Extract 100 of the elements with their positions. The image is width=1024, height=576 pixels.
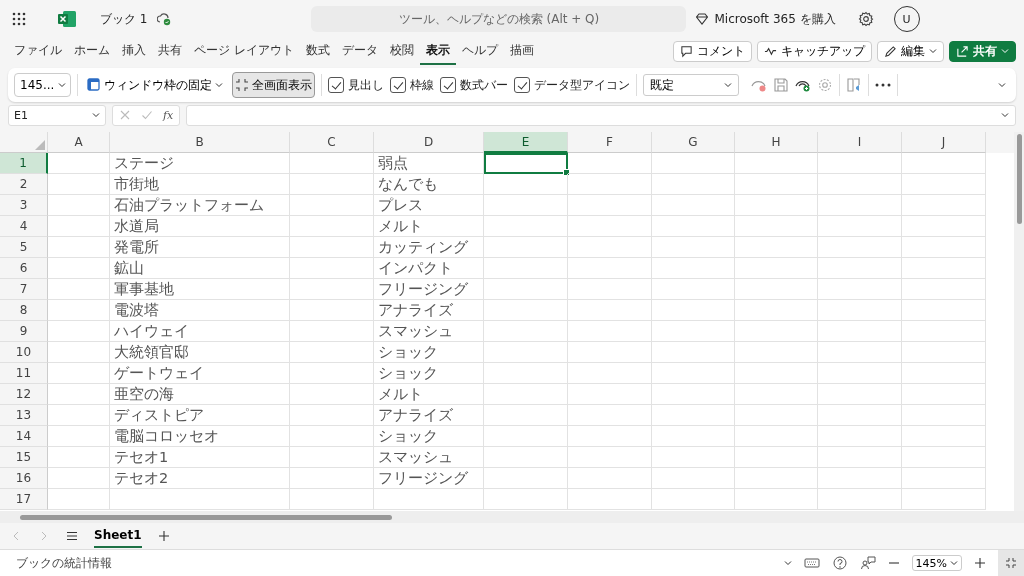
table-cell[interactable] [902, 279, 986, 300]
table-cell[interactable] [568, 342, 652, 363]
checkbox[interactable] [390, 77, 407, 93]
table-cell[interactable] [484, 321, 568, 342]
table-cell[interactable] [48, 489, 110, 510]
full-screen-button[interactable]: 全画面表示 [232, 72, 316, 98]
checkbox-label[interactable]: 数式バー [460, 76, 509, 94]
table-cell[interactable] [48, 216, 110, 237]
table-cell[interactable] [290, 342, 374, 363]
table-cell[interactable] [48, 153, 110, 174]
table-cell[interactable] [652, 363, 735, 384]
table-cell[interactable] [818, 321, 902, 342]
checkbox-label[interactable]: 枠線 [410, 76, 435, 94]
table-cell[interactable] [652, 342, 735, 363]
table-cell[interactable] [484, 384, 568, 405]
table-cell[interactable] [290, 447, 374, 468]
table-cell[interactable] [735, 342, 818, 363]
table-cell[interactable] [902, 384, 986, 405]
table-cell[interactable] [652, 258, 735, 279]
table-cell[interactable] [484, 363, 568, 384]
table-cell[interactable] [484, 195, 568, 216]
column-header[interactable]: G [652, 132, 735, 153]
table-cell[interactable] [48, 426, 110, 447]
table-cell[interactable]: 石油プラットフォーム [110, 195, 290, 216]
comment-button[interactable]: コメント [673, 40, 752, 62]
ribbon-tab[interactable]: 数式 [299, 37, 336, 65]
row-header[interactable]: 12 [0, 384, 48, 405]
table-cell[interactable]: テセオ2 [110, 468, 290, 489]
table-cell[interactable] [902, 153, 986, 174]
table-cell[interactable] [818, 384, 902, 405]
table-cell[interactable] [484, 258, 568, 279]
more-options-icon[interactable] [875, 83, 892, 87]
ribbon-tab[interactable]: データ [335, 37, 384, 65]
table-cell[interactable] [290, 258, 374, 279]
column-header[interactable]: H [735, 132, 818, 153]
buy-link[interactable]: Microsoft 365 を購入 [714, 10, 836, 28]
table-cell[interactable] [290, 321, 374, 342]
row-header[interactable]: 15 [0, 447, 48, 468]
table-cell[interactable] [902, 489, 986, 510]
table-cell[interactable]: ハイウェイ [110, 321, 290, 342]
table-cell[interactable] [568, 405, 652, 426]
column-header[interactable]: C [290, 132, 374, 153]
save-icon[interactable] [773, 77, 790, 93]
table-cell[interactable] [652, 279, 735, 300]
ribbon-tab[interactable]: 校閲 [383, 37, 420, 65]
table-cell[interactable] [48, 321, 110, 342]
table-cell[interactable] [818, 279, 902, 300]
checkbox[interactable] [328, 77, 345, 93]
app-launcher-icon[interactable] [12, 12, 26, 26]
table-cell[interactable] [290, 195, 374, 216]
table-cell[interactable] [818, 363, 902, 384]
table-cell[interactable] [290, 237, 374, 258]
table-cell[interactable] [818, 300, 902, 321]
table-cell[interactable] [735, 174, 818, 195]
table-cell[interactable] [902, 321, 986, 342]
table-cell[interactable] [290, 174, 374, 195]
checkbox[interactable] [514, 77, 531, 93]
table-cell[interactable] [652, 426, 735, 447]
table-cell[interactable]: 大統領官邸 [110, 342, 290, 363]
row-header[interactable]: 6 [0, 258, 48, 279]
table-cell[interactable]: 電脳コロッセオ [110, 426, 290, 447]
column-header[interactable]: E [484, 132, 568, 153]
table-cell[interactable] [290, 363, 374, 384]
row-header[interactable]: 1 [0, 153, 48, 174]
table-cell[interactable] [568, 321, 652, 342]
table-cell[interactable]: メルト [374, 384, 484, 405]
edit-mode-button[interactable]: 編集 [877, 40, 944, 62]
table-cell[interactable] [818, 447, 902, 468]
table-cell[interactable] [484, 300, 568, 321]
table-cell[interactable] [568, 447, 652, 468]
ribbon-tab[interactable]: ファイル [8, 37, 68, 65]
row-header[interactable]: 5 [0, 237, 48, 258]
table-cell[interactable] [735, 321, 818, 342]
table-cell[interactable] [902, 426, 986, 447]
table-cell[interactable]: ゲートウェイ [110, 363, 290, 384]
table-cell[interactable]: 鉱山 [110, 258, 290, 279]
workbook-statistics-link[interactable]: ブックの統計情報 [16, 554, 112, 572]
table-cell[interactable]: ショック [374, 342, 484, 363]
table-cell[interactable] [568, 468, 652, 489]
table-cell[interactable]: 市街地 [110, 174, 290, 195]
table-cell[interactable] [735, 468, 818, 489]
table-cell[interactable] [48, 342, 110, 363]
table-cell[interactable] [484, 468, 568, 489]
table-cell[interactable]: フリージング [374, 279, 484, 300]
table-cell[interactable] [568, 216, 652, 237]
table-cell[interactable] [652, 468, 735, 489]
table-cell[interactable]: プレス [374, 195, 484, 216]
share-button[interactable]: 共有 [949, 40, 1016, 62]
row-header[interactable]: 4 [0, 216, 48, 237]
table-cell[interactable] [48, 279, 110, 300]
table-cell[interactable] [735, 279, 818, 300]
checkbox-label[interactable]: データ型アイコン [534, 76, 631, 94]
table-cell[interactable] [652, 195, 735, 216]
active-cell[interactable] [484, 153, 568, 174]
table-cell[interactable] [290, 153, 374, 174]
table-cell[interactable] [290, 405, 374, 426]
table-cell[interactable] [818, 237, 902, 258]
row-header[interactable]: 16 [0, 468, 48, 489]
search-field[interactable]: ツール、ヘルプなどの検索 (Alt + Q) [311, 6, 687, 32]
table-cell[interactable] [484, 216, 568, 237]
